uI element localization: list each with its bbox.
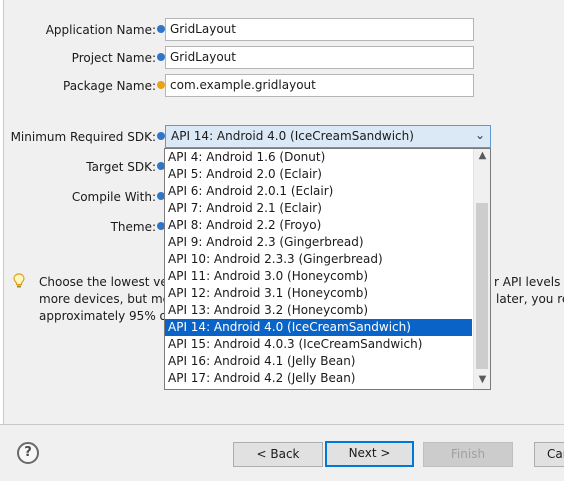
dropdown-option[interactable]: API 7: Android 2.1 (Eclair) [165,200,472,217]
dropdown-option[interactable]: API 12: Android 3.1 (Honeycomb) [165,285,472,302]
window-left-edge [0,0,4,424]
info-line-1: Choose the lowest ver [39,275,173,289]
info-icon [157,53,165,61]
package-name-value: com.example.gridlayout [170,78,316,92]
chevron-down-icon[interactable]: ⌄ [475,128,485,142]
footer-divider [0,424,564,425]
scroll-down-icon[interactable]: ▼ [474,374,490,385]
back-button[interactable]: < Back [233,442,323,467]
compile-with-label-text: Compile With: [71,190,156,204]
theme-label-text: Theme: [110,220,156,234]
help-button[interactable]: ? [17,442,39,464]
application-name-value: GridLayout [170,22,236,36]
dropdown-option[interactable]: API 16: Android 4.1 (Jelly Bean) [165,353,472,370]
option-list: API 4: Android 1.6 (Donut) API 5: Android… [165,149,490,387]
info-line-1-right: r API levels t [494,275,564,289]
project-name-field[interactable]: GridLayout [165,46,474,69]
package-name-label: Package Name: [5,78,165,94]
project-name-value: GridLayout [170,50,236,64]
min-sdk-label-text: Minimum Required SDK: [10,130,156,144]
dropdown-option[interactable]: API 11: Android 3.0 (Honeycomb) [165,268,472,285]
info-line-2-right: later, you re [496,292,564,306]
min-sdk-value: API 14: Android 4.0 (IceCreamSandwich) [171,129,414,143]
min-sdk-label: Minimum Required SDK: [5,129,165,145]
dropdown-scrollbar[interactable]: ▲ ▼ [473,149,490,389]
application-name-field[interactable]: GridLayout [165,18,474,41]
application-name-label: Application Name: [5,22,165,38]
dropdown-option[interactable]: API 9: Android 2.3 (Gingerbread) [165,234,472,251]
dropdown-option[interactable]: API 15: Android 4.0.3 (IceCreamSandwich) [165,336,472,353]
dropdown-option[interactable]: API 6: Android 2.0.1 (Eclair) [165,183,472,200]
dropdown-option[interactable]: API 4: Android 1.6 (Donut) [165,149,472,166]
theme-label: Theme: [5,219,165,235]
next-button[interactable]: Next > [325,441,414,467]
info-icon [157,25,165,33]
dropdown-option[interactable]: API 17: Android 4.2 (Jelly Bean) [165,370,472,387]
target-sdk-label-text: Target SDK: [86,160,156,174]
target-sdk-label: Target SDK: [5,159,165,175]
project-name-label: Project Name: [5,50,165,66]
warning-icon [157,81,165,89]
scrollbar-thumb[interactable] [476,203,488,369]
info-line-2: more devices, but me [39,292,171,306]
package-name-field[interactable]: com.example.gridlayout [165,74,474,97]
cancel-button[interactable]: Can [534,442,564,467]
dropdown-option[interactable]: API 14: Android 4.0 (IceCreamSandwich) [165,319,472,336]
compile-with-label: Compile With: [5,189,165,205]
dropdown-option[interactable]: API 13: Android 3.2 (Honeycomb) [165,302,472,319]
dropdown-option[interactable]: API 10: Android 2.3.3 (Gingerbread) [165,251,472,268]
application-name-label-text: Application Name: [45,23,156,37]
info-icon [157,132,165,140]
info-line-3: approximately 95% of [39,309,172,323]
lightbulb-icon [13,273,25,289]
finish-button: Finish [423,442,513,467]
dropdown-option[interactable]: API 5: Android 2.0 (Eclair) [165,166,472,183]
project-name-label-text: Project Name: [71,51,156,65]
package-name-label-text: Package Name: [63,79,156,93]
min-sdk-combo[interactable]: API 14: Android 4.0 (IceCreamSandwich) ⌄ [165,125,491,148]
min-sdk-dropdown-list[interactable]: API 4: Android 1.6 (Donut) API 5: Android… [164,148,491,390]
scroll-up-icon[interactable]: ▲ [474,150,490,161]
dropdown-option[interactable]: API 8: Android 2.2 (Froyo) [165,217,472,234]
